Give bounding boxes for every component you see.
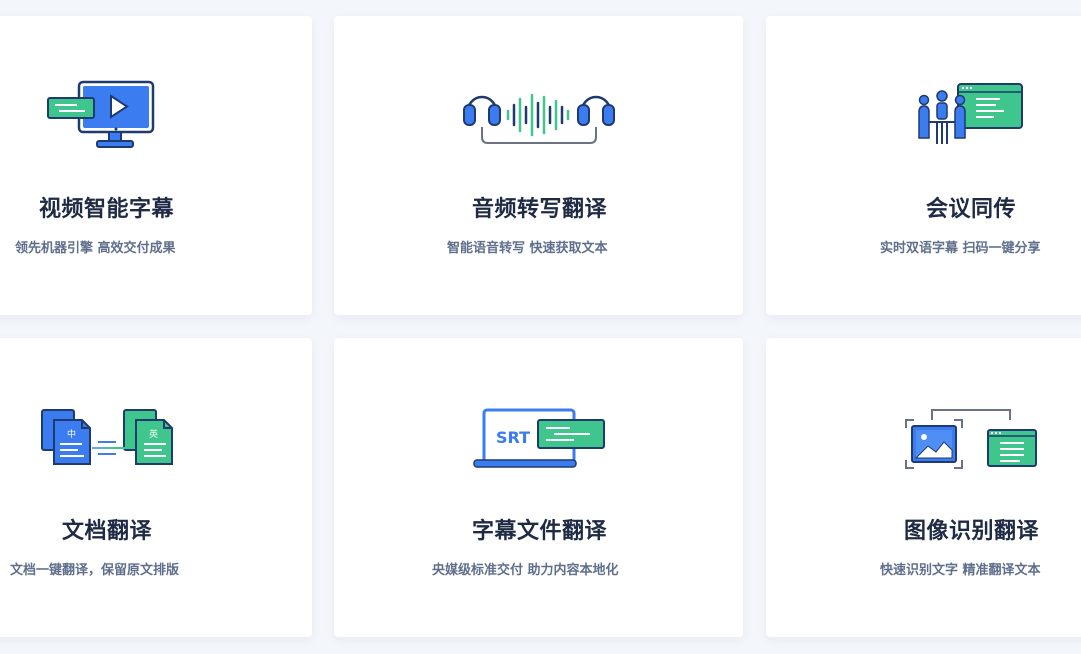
service-card-video-subtitle[interactable]: 视频智能字幕 领先机器引擎 高效交付成果 [0,16,312,315]
card-subtitle: 领先机器引擎 高效交付成果 [15,241,176,256]
card-subtitle: 实时双语字幕 扫码一键分享 [880,241,1041,256]
document-translate-icon: 中 英 [41,409,173,465]
card-subtitle: 智能语音转写 快速获取文本 [447,241,608,256]
headphones-waveform-icon [463,93,615,144]
service-card-document-translation[interactable]: 中 英 文档翻译 文档一键翻译，保留原文排版 [0,338,312,637]
image-recognition-icon [905,409,1037,469]
srt-label: SRT [496,428,530,447]
service-card-image-recognition[interactable]: 图像识别翻译 快速识别文字 精准翻译文本 [766,338,1081,637]
meeting-presentation-icon [918,83,1023,144]
english-glyph: 英 [149,428,158,440]
video-monitor-icon [47,80,155,148]
card-subtitle: 文档一键翻译，保留原文排版 [10,563,180,578]
service-card-audio-transcription[interactable]: 音频转写翻译 智能语音转写 快速获取文本 [334,16,743,315]
card-title: 字幕文件翻译 [472,519,608,544]
card-subtitle: 快速识别文字 精准翻译文本 [880,563,1041,578]
card-title: 图像识别翻译 [904,519,1040,544]
srt-laptop-icon: SRT [473,408,605,468]
card-title: 视频智能字幕 [39,197,175,222]
service-card-subtitle-file-translation[interactable]: SRT 字幕文件翻译 央媒级标准交付 助力内容本地化 [334,338,743,637]
card-subtitle: 央媒级标准交付 助力内容本地化 [432,563,619,578]
card-title: 文档翻译 [62,519,153,544]
chinese-glyph: 中 [67,428,76,440]
service-card-meeting-interpretation[interactable]: 会议同传 实时双语字幕 扫码一键分享 [766,16,1081,315]
card-title: 音频转写翻译 [472,197,608,222]
card-title: 会议同传 [926,197,1017,222]
